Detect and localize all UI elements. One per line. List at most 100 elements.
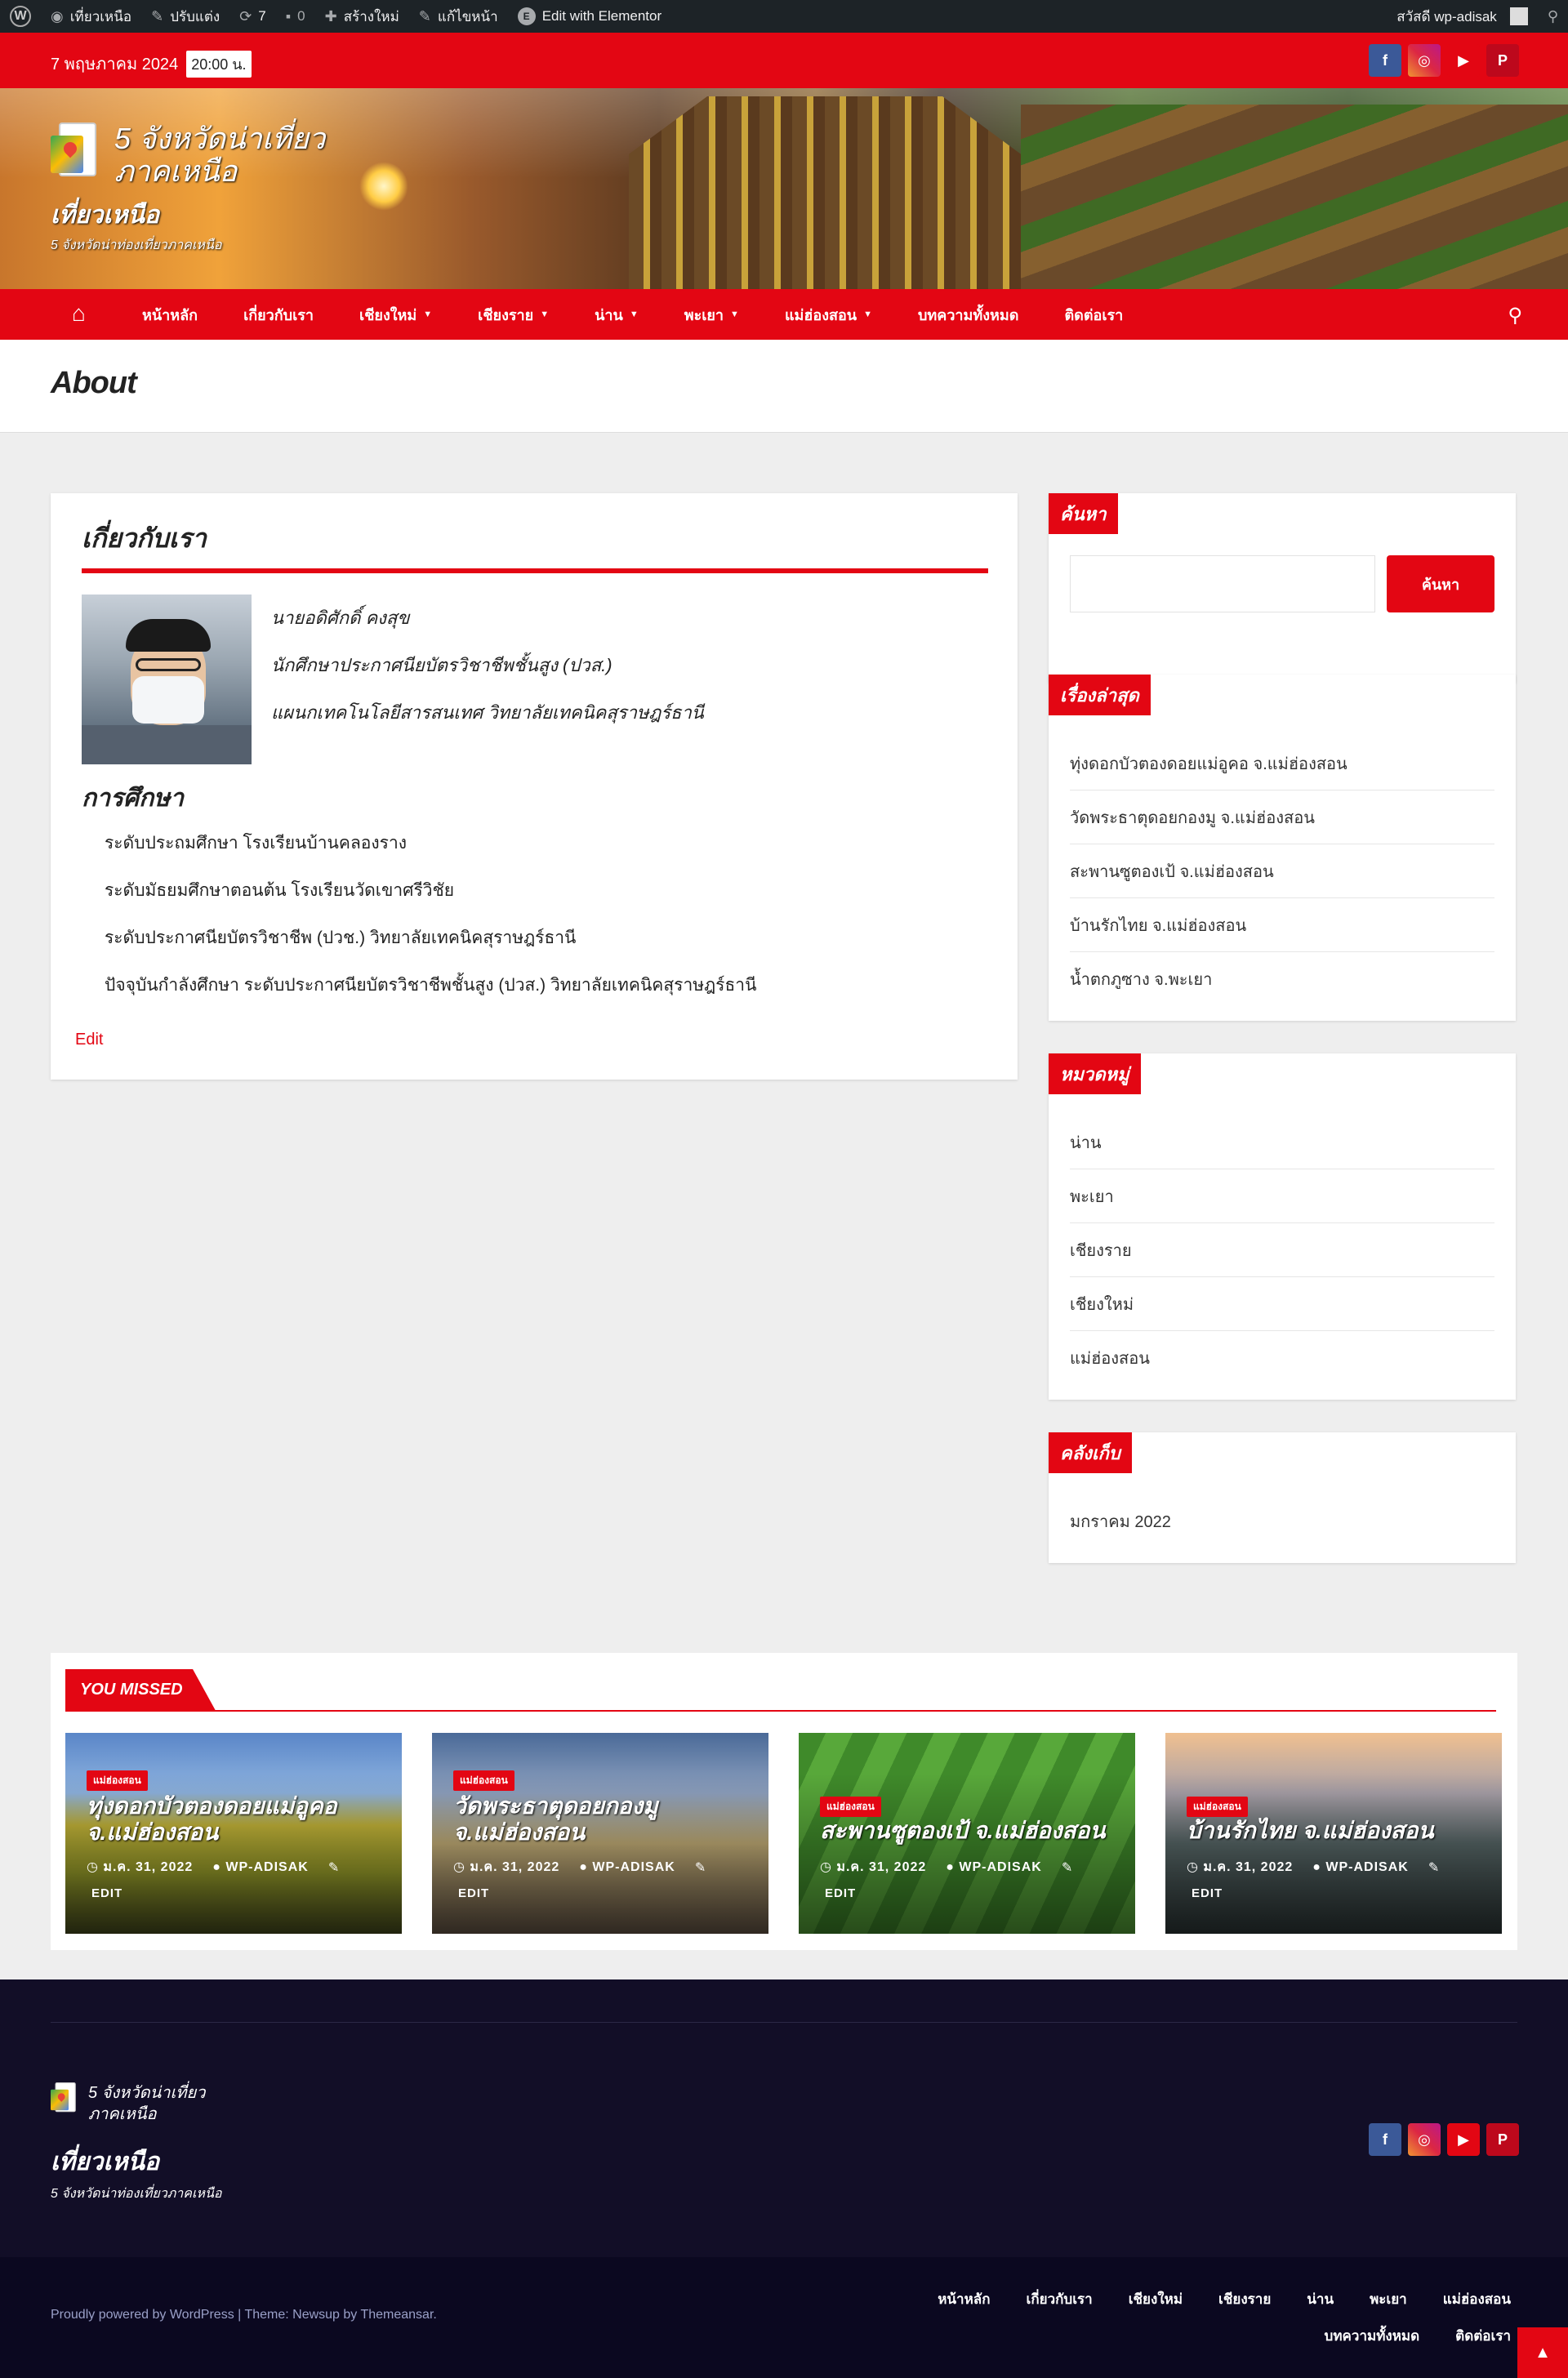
nav-item-contact[interactable]: ติดต่อเรา — [1041, 289, 1146, 340]
footer-logo[interactable]: 5 จังหวัดน่าเที่ยว ภาคเหนือ — [51, 2082, 205, 2125]
clock-icon: ◷ — [820, 1860, 837, 1874]
edit-link[interactable]: EDIT — [91, 1886, 122, 1900]
nav-item-phayao[interactable]: พะเยา ▼ — [662, 289, 762, 340]
facebook-icon[interactable]: f — [1369, 44, 1401, 77]
footer-site-title[interactable]: เที่ยวเหนือ — [51, 2143, 159, 2181]
admin-search[interactable]: ⚲ — [1538, 0, 1568, 33]
facebook-icon[interactable]: f — [1369, 2123, 1401, 2156]
youtube-icon[interactable]: ▶ — [1447, 2123, 1480, 2156]
header-date: 7 พฤษภาคม 2024 20:00 น. — [51, 51, 252, 78]
category-link[interactable]: พะเยา — [1070, 1169, 1494, 1223]
edit-link[interactable]: EDIT — [825, 1886, 856, 1900]
post-title[interactable]: วัดพระธาตุดอยกองมู จ.แม่ฮ่องสอน — [453, 1793, 755, 1846]
edit-link[interactable]: EDIT — [458, 1886, 489, 1900]
youtube-icon[interactable]: ▶ — [1447, 44, 1480, 77]
edit-icon[interactable]: ✎ — [1062, 1859, 1073, 1876]
nav-item-chiangmai[interactable]: เชียงใหม่ ▼ — [336, 289, 455, 340]
footer-nav-item[interactable]: ติดต่อเรา — [1455, 2325, 1511, 2347]
search-input[interactable] — [1070, 555, 1375, 612]
post-title[interactable]: ทุ่งดอกบัวตองดอยแม่อูคอ จ.แม่ฮ่องสอน — [87, 1793, 389, 1846]
search-icon[interactable]: ⚲ — [1508, 304, 1522, 327]
section-title: YOU MISSED — [65, 1669, 216, 1710]
archives-widget: คลังเก็บ มกราคม 2022 — [1049, 1432, 1516, 1563]
edit-icon[interactable]: ✎ — [695, 1859, 706, 1876]
category-badge[interactable]: แม่ฮ่องสอน — [453, 1770, 514, 1791]
wp-logo-menu[interactable]: W — [0, 0, 41, 33]
footer-nav-item[interactable]: เชียงราย — [1218, 2288, 1271, 2310]
edit-link[interactable]: EDIT — [1192, 1886, 1223, 1900]
nav-item-home[interactable]: หน้าหลัก — [119, 289, 220, 340]
edit-icon[interactable]: ✎ — [1428, 1859, 1440, 1876]
nav-item-nan[interactable]: น่าน ▼ — [572, 289, 662, 340]
site-logo[interactable]: 5 จังหวัดน่าเที่ยว ภาคเหนือ — [51, 122, 325, 188]
bio-department: แผนกเทคโนโลยีสารสนเทศ วิทยาลัยเทคนิคสุรา… — [271, 702, 704, 723]
nav-item-maehongson[interactable]: แม่ฮ่องสอน ▼ — [762, 289, 895, 340]
site-tagline: 5 จังหวัดน่าท่องเที่ยวภาคเหนือ — [51, 238, 222, 252]
edit-icon[interactable]: ✎ — [328, 1859, 340, 1876]
nav-item-all-articles[interactable]: บทความทั้งหมด — [895, 289, 1042, 340]
header-time: 20:00 น. — [186, 51, 252, 78]
instagram-icon[interactable]: ◎ — [1408, 44, 1441, 77]
footer-nav-item[interactable]: เชียงใหม่ — [1129, 2288, 1183, 2310]
admin-comments[interactable]: ▪ 0 — [276, 0, 315, 33]
footer-nav-item[interactable]: พะเยา — [1370, 2288, 1407, 2310]
top-bar: 7 พฤษภาคม 2024 20:00 น. f ◎ ▶ P — [0, 33, 1568, 88]
admin-updates[interactable]: ⟳ 7 — [229, 0, 276, 33]
category-link[interactable]: แม่ฮ่องสอน — [1070, 1331, 1494, 1385]
footer-nav-item[interactable]: บทความทั้งหมด — [1325, 2325, 1420, 2347]
post-card[interactable]: แม่ฮ่องสอน สะพานซูตองเป้ จ.แม่ฮ่องสอน ◷ … — [799, 1733, 1135, 1934]
admin-edit-page[interactable]: ✎ แก้ไขหน้า — [409, 0, 508, 33]
search-button[interactable]: ค้นหา — [1387, 555, 1494, 612]
category-badge[interactable]: แม่ฮ่องสอน — [1187, 1797, 1248, 1817]
post-title[interactable]: บ้านรักไทย จ.แม่ฮ่องสอน — [1187, 1818, 1489, 1844]
admin-elementor[interactable]: E Edit with Elementor — [508, 0, 671, 33]
pinterest-icon[interactable]: P — [1486, 2123, 1519, 2156]
footer-nav-item[interactable]: เกี่ยวกับเรา — [1027, 2288, 1093, 2310]
footer-nav-item[interactable]: แม่ฮ่องสอน — [1443, 2288, 1511, 2310]
post-card[interactable]: แม่ฮ่องสอน ทุ่งดอกบัวตองดอยแม่อูคอ จ.แม่… — [65, 1733, 402, 1934]
elementor-icon: E — [517, 7, 536, 25]
category-link[interactable]: เชียงราย — [1070, 1223, 1494, 1277]
recent-posts-widget: เรื่องล่าสุด ทุ่งดอกบัวตองดอยแม่อูคอ จ.แ… — [1049, 675, 1516, 1021]
scroll-to-top-button[interactable]: ▲ — [1517, 2327, 1568, 2378]
recent-post-link[interactable]: น้ำตกภูซาง จ.พะเยา — [1070, 952, 1494, 1006]
user-icon: ● — [946, 1859, 960, 1874]
edit-link[interactable]: Edit — [75, 1031, 103, 1049]
category-link[interactable]: เชียงใหม่ — [1070, 1277, 1494, 1331]
clock-icon: ◷ — [1187, 1860, 1204, 1874]
post-card[interactable]: แม่ฮ่องสอน บ้านรักไทย จ.แม่ฮ่องสอน ◷ ม.ค… — [1165, 1733, 1502, 1934]
pinterest-icon[interactable]: P — [1486, 44, 1519, 77]
nav-item-about[interactable]: เกี่ยวกับเรา — [220, 289, 336, 340]
admin-new[interactable]: ✚ สร้างใหม่ — [315, 0, 409, 33]
logo-line1: 5 จังหวัดน่าเที่ยว — [114, 122, 326, 155]
you-missed-section: YOU MISSED แม่ฮ่องสอน ทุ่งดอกบัวตองดอยแม… — [51, 1653, 1517, 1950]
nav-item-chiangrai[interactable]: เชียงราย ▼ — [455, 289, 572, 340]
post-card[interactable]: แม่ฮ่องสอน วัดพระธาตุดอยกองมู จ.แม่ฮ่องส… — [432, 1733, 768, 1934]
recent-post-link[interactable]: วัดพระธาตุดอยกองมู จ.แม่ฮ่องสอน — [1070, 790, 1494, 844]
category-link[interactable]: น่าน — [1070, 1116, 1494, 1169]
list-item: ระดับประกาศนียบัตรวิชาชีพ (ปวช.) วิทยาลั… — [105, 928, 577, 947]
footer-navigation: หน้าหลัก เกี่ยวกับเรา เชียงใหม่ เชียงราย… — [874, 2288, 1511, 2347]
wordpress-icon: W — [10, 6, 31, 27]
dashboard-icon: ◉ — [51, 7, 64, 24]
admin-customize[interactable]: ✎ ปรับแต่ง — [141, 0, 229, 33]
search-widget: ค้นหา ค้นหา — [1049, 493, 1516, 683]
site-title[interactable]: เที่ยวเหนือ — [51, 196, 159, 234]
heading-divider — [82, 568, 988, 573]
bio: นายอดิศักดิ์ คงสุข นักศึกษาประกาศนียบัตร… — [271, 594, 704, 737]
archive-link[interactable]: มกราคม 2022 — [1070, 1494, 1494, 1548]
footer-nav-item[interactable]: หน้าหลัก — [938, 2288, 990, 2310]
post-title[interactable]: สะพานซูตองเป้ จ.แม่ฮ่องสอน — [820, 1818, 1122, 1844]
category-badge[interactable]: แม่ฮ่องสอน — [87, 1770, 148, 1791]
footer-nav-item[interactable]: น่าน — [1307, 2288, 1334, 2310]
recent-post-link[interactable]: สะพานซูตองเป้ จ.แม่ฮ่องสอน — [1070, 844, 1494, 898]
category-badge[interactable]: แม่ฮ่องสอน — [820, 1797, 881, 1817]
caret-down-icon: ▼ — [730, 309, 739, 319]
home-icon[interactable]: ⌂ — [72, 302, 98, 327]
recent-post-link[interactable]: บ้านรักไทย จ.แม่ฮ่องสอน — [1070, 898, 1494, 952]
recent-post-link[interactable]: ทุ่งดอกบัวตองดอยแม่อูคอ จ.แม่ฮ่องสอน — [1070, 737, 1494, 790]
admin-account[interactable]: สวัสดี wp-adisak — [1387, 0, 1538, 33]
map-logo-icon — [51, 122, 108, 178]
admin-site-name[interactable]: ◉ เที่ยวเหนือ — [41, 0, 141, 33]
instagram-icon[interactable]: ◎ — [1408, 2123, 1441, 2156]
